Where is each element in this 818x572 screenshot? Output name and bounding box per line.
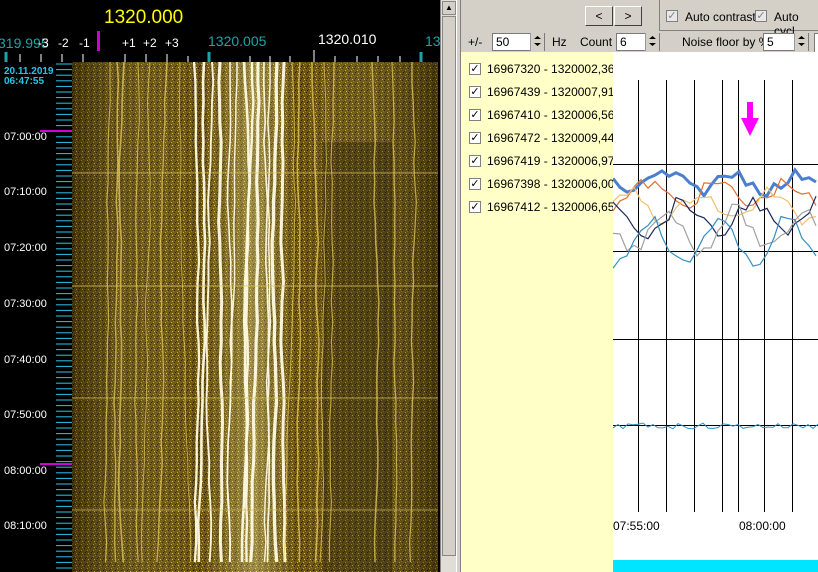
marker-arrow-icon — [741, 102, 759, 136]
time-label: 07:00:00 — [4, 131, 47, 143]
highlight-bar — [613, 560, 818, 572]
count-spin-arrows[interactable] — [645, 33, 659, 51]
scale-ticks — [4, 50, 423, 62]
scale-offset-label: -1 — [79, 36, 90, 50]
signal-checkbox[interactable]: ✓ — [469, 63, 481, 75]
scale-offset-label: +1 — [122, 36, 136, 50]
series-line — [613, 177, 817, 212]
noise-floor-spinner[interactable]: 5 — [763, 33, 809, 51]
auto-cycle-checkbox[interactable]: ✓ — [755, 10, 767, 22]
x-tick-label: 08:00:00 — [739, 519, 786, 533]
start-time-label: 06:47:55 — [4, 76, 45, 87]
time-label: 07:40:00 — [4, 354, 47, 366]
signal-checkbox[interactable]: ✓ — [469, 155, 481, 167]
signal-chart[interactable]: 07:55:00 08:00:00 — [613, 52, 818, 572]
scroll-thumb[interactable] — [442, 16, 456, 556]
signal-checkbox[interactable]: ✓ — [469, 86, 481, 98]
signal-checkbox[interactable]: ✓ — [469, 109, 481, 121]
signal-checkbox[interactable]: ✓ — [469, 178, 481, 190]
x-tick-label: 07:55:00 — [613, 519, 660, 533]
time-label: 08:00:00 — [4, 465, 47, 477]
scale-offset-label: +2 — [143, 36, 157, 50]
pm-value: 50 — [496, 35, 510, 49]
chart-grid — [613, 80, 818, 512]
signal-list: ✓ 16967320 - 1320002,36 ✓ 16967439 - 13200… — [461, 52, 614, 572]
auto-contrast-label: Auto contrast — [685, 10, 756, 24]
time-label: 07:30:00 — [4, 298, 47, 310]
time-label: 08:10:00 — [4, 520, 47, 532]
noise-floor-label: Noise floor by % — [682, 35, 770, 49]
time-label: 07:50:00 — [4, 409, 47, 421]
series-line — [613, 186, 817, 226]
time-axis: 20.11.2019 06:47:55 07:00:00 07:10:00 07… — [0, 62, 72, 572]
scroll-up-button[interactable]: ▲ — [442, 1, 456, 15]
signal-checkbox[interactable]: ✓ — [469, 132, 481, 144]
scale-right-cut-label: 13 — [425, 33, 440, 49]
scale-offset-label: -3 — [38, 36, 49, 50]
frequency-scale: 1320.000 319.995 -3 -2 -1 +1 +2 +3 1320.… — [0, 0, 440, 62]
scale-offset-label: +3 — [165, 36, 179, 50]
center-marker — [97, 31, 100, 51]
center-frequency: 1320.000 — [104, 7, 184, 28]
chart-series — [613, 167, 818, 430]
auto-contrast-checkbox[interactable]: ✓ — [666, 10, 678, 22]
prev-button[interactable]: < — [585, 6, 613, 26]
time-label: 07:10:00 — [4, 186, 47, 198]
signal-checkbox[interactable]: ✓ — [469, 201, 481, 213]
pm-spinner[interactable]: 50 — [492, 33, 545, 51]
waterfall-scrollbar[interactable]: ▲ — [440, 0, 457, 572]
extra-field[interactable] — [814, 33, 818, 53]
time-label: 07:20:00 — [4, 242, 47, 254]
scale-right-label: 1320.010 — [318, 31, 377, 47]
noise-spin-arrows[interactable] — [794, 33, 808, 51]
time-ticks — [56, 63, 72, 569]
count-spinner[interactable]: 6 — [616, 33, 660, 51]
count-value: 6 — [620, 35, 627, 49]
scale-offset-label: -2 — [58, 36, 69, 50]
hz-label: Hz — [552, 35, 567, 49]
waterfall-pane[interactable]: 1320.000 319.995 -3 -2 -1 +1 +2 +3 1320.… — [0, 0, 440, 572]
next-button[interactable]: > — [614, 6, 642, 26]
waterfall-image[interactable] — [72, 62, 438, 572]
pm-spin-arrows[interactable] — [530, 33, 544, 51]
pm-label: +/- — [468, 35, 483, 49]
scale-mid-label: 1320.005 — [208, 33, 267, 49]
chart-canvas: 07:55:00 08:00:00 — [613, 80, 818, 572]
noise-floor-value: 5 — [767, 35, 774, 49]
count-label: Count — [580, 35, 613, 49]
